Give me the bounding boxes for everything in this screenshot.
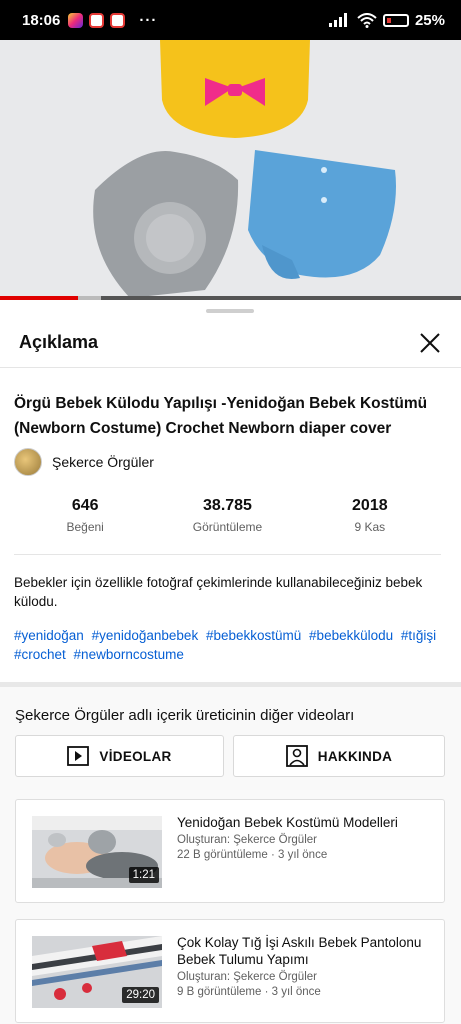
views-count: 38.785: [203, 497, 252, 514]
video-description: Bebekler için özellikle fotoğraf çekimle…: [14, 575, 423, 609]
video-duration: 1:21: [128, 867, 159, 883]
video-card-info: Çok Kolay Tığ İşi Askılı Bebek Pantolonu…: [177, 934, 432, 1000]
video-card-author: Oluşturan: Şekerce Örgüler: [177, 834, 317, 846]
other-videos-heading: Şekerce Örgüler adlı içerik üreticinin d…: [15, 707, 355, 724]
video-card-title[interactable]: Yenidoğan Bebek Kostümü Modelleri: [177, 814, 432, 831]
video-card-info: Yenidoğan Bebek Kostümü Modelleri Oluştu…: [177, 814, 432, 863]
stocks-app-icon-2: [110, 12, 126, 28]
likes-label: Beğeni: [66, 520, 104, 534]
other-videos-section: Şekerce Örgüler adlı içerik üreticinin d…: [0, 687, 461, 1024]
sheet-drag-handle[interactable]: [206, 309, 254, 313]
instagram-icon: [68, 12, 84, 28]
videos-button-label: VİDEOLAR: [99, 748, 172, 764]
play-box-icon: [67, 746, 90, 766]
video-thumbnail[interactable]: 1:21: [32, 816, 162, 888]
battery-percent: 25%: [414, 11, 445, 29]
close-icon: [420, 332, 440, 353]
hashtag-link[interactable]: #tığişi: [401, 628, 436, 643]
status-bar: 18:06 ··· 25%: [0, 0, 461, 40]
video-card-author: Oluşturan: Şekerce Örgüler: [177, 971, 317, 983]
videos-button[interactable]: VİDEOLAR: [15, 735, 224, 777]
battery-icon: [382, 13, 409, 27]
video-stats: 646 Beğeni 38.785 Görüntüleme 2018 9 Kas: [14, 497, 441, 555]
video-thumbnail[interactable]: 29:20: [32, 936, 162, 1008]
description-sheet: Açıklama Örgü Bebek Külodu Yapılışı -Yen…: [0, 300, 461, 1024]
sheet-header: Açıklama: [0, 318, 461, 368]
likes-count: 646: [71, 497, 99, 514]
signal-icon: [328, 13, 347, 27]
video-card-meta: 9 B görüntüleme · 3 yıl önce: [177, 986, 321, 998]
about-button-label: HAKKINDA: [317, 748, 393, 764]
date-stat: 2018 9 Kas: [299, 497, 441, 554]
views-label: Görüntüleme: [192, 520, 263, 534]
publish-date: 9 Kas: [354, 520, 386, 534]
hashtag-link[interactable]: #bebekkostümü: [206, 628, 301, 643]
hashtag-link[interactable]: #bebekkülodu: [309, 628, 393, 643]
video-title: Örgü Bebek Külodu Yapılışı -Yenidoğan Be…: [14, 395, 428, 437]
hashtag-link[interactable]: #crochet: [14, 647, 66, 662]
close-button[interactable]: [415, 328, 445, 358]
hashtag-list: #yenidoğan #yenidoğanbebek #bebekkostümü…: [14, 626, 446, 664]
about-button[interactable]: HAKKINDA: [233, 735, 445, 777]
video-card[interactable]: 1:21 Yenidoğan Bebek Kostümü Modelleri O…: [15, 799, 445, 903]
views-stat: 38.785 Görüntüleme: [156, 497, 298, 554]
video-card-title[interactable]: Çok Kolay Tığ İşi Askılı Bebek Pantolonu…: [177, 934, 432, 968]
publish-year: 2018: [352, 497, 388, 514]
hashtag-link[interactable]: #newborncostume: [74, 647, 184, 662]
channel-name[interactable]: Şekerce Örgüler: [52, 454, 154, 470]
channel-row[interactable]: Şekerce Örgüler: [14, 448, 154, 476]
sheet-title: Açıklama: [19, 332, 99, 352]
video-card-meta: 22 B görüntüleme · 3 yıl önce: [177, 849, 328, 861]
likes-stat: 646 Beğeni: [14, 497, 156, 554]
video-duration: 29:20: [122, 987, 159, 1003]
hashtag-link[interactable]: #yenidoğanbebek: [92, 628, 199, 643]
status-time: 18:06: [22, 11, 61, 29]
wifi-icon: [357, 12, 377, 28]
hashtag-link[interactable]: #yenidoğan: [14, 628, 84, 643]
channel-avatar[interactable]: [14, 448, 42, 476]
video-frame-image: [0, 40, 461, 298]
person-box-icon: [285, 745, 308, 767]
stocks-app-icon: [89, 12, 105, 28]
status-overflow-icon: ···: [139, 11, 158, 29]
video-card[interactable]: 29:20 Çok Kolay Tığ İşi Askılı Bebek Pan…: [15, 919, 445, 1023]
video-player[interactable]: [0, 40, 461, 298]
